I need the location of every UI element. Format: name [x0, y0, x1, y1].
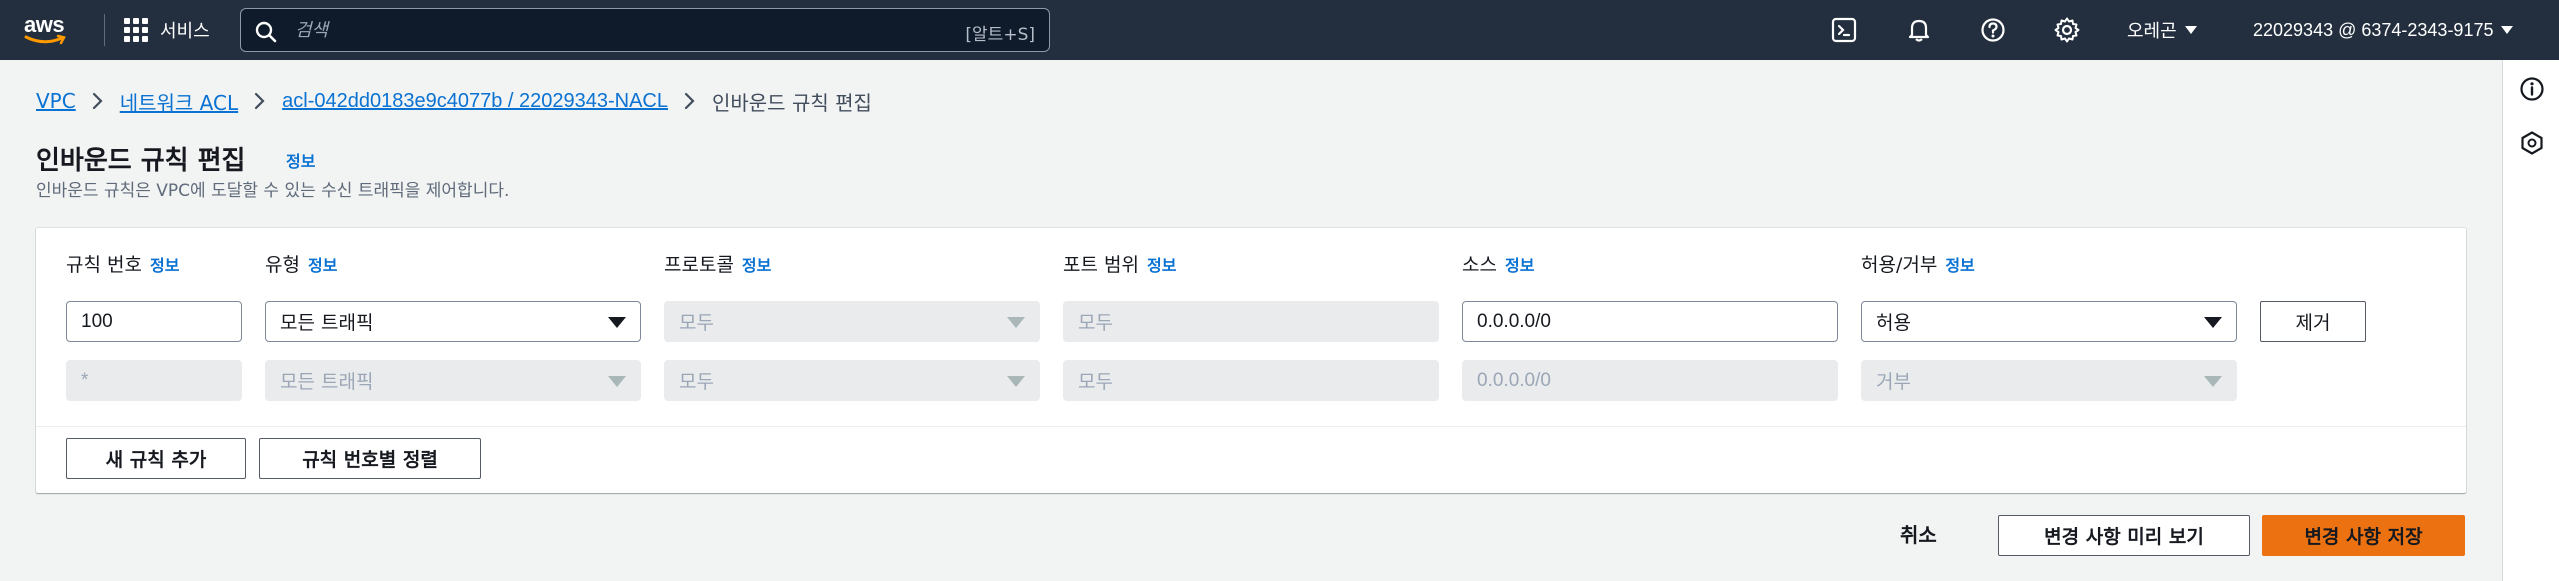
breadcrumb-current: 인바운드 규칙 편집: [711, 90, 872, 115]
search-icon: [255, 21, 277, 43]
hexagon-icon: [2521, 131, 2543, 155]
breadcrumb: VPC 네트워크 ACL acl-042dd0183e9c4077b / 220…: [36, 86, 872, 116]
breadcrumb-network-acl-link[interactable]: 네트워크 ACL: [120, 87, 238, 116]
sort-by-rule-number-button[interactable]: 규칙 번호별 정렬: [259, 438, 481, 479]
preview-changes-button[interactable]: 변경 사항 미리 보기: [1998, 515, 2250, 556]
container-divider: [36, 426, 2466, 427]
default-port-range: 모두: [1063, 360, 1439, 401]
protocol-info-link[interactable]: 정보: [742, 256, 771, 275]
help-button[interactable]: [1977, 14, 2009, 46]
services-label: 서비스: [160, 21, 210, 42]
type-select-value: 모든 트래픽: [280, 312, 374, 334]
cloudshell-icon: [1831, 17, 1857, 43]
rule-number-input[interactable]: [66, 301, 242, 342]
caret-down-icon: [2204, 376, 2222, 387]
port-range-info-link[interactable]: 정보: [1147, 256, 1176, 275]
region-label: 오레곤: [2127, 21, 2177, 42]
cloudshell-button[interactable]: [1828, 14, 1860, 46]
caret-down-icon: [1007, 376, 1025, 387]
source-field[interactable]: [1477, 310, 1837, 333]
cancel-button[interactable]: 취소: [1900, 519, 1937, 548]
aws-logo[interactable]: aws: [24, 12, 80, 48]
rule-number-info-link[interactable]: 정보: [150, 256, 179, 275]
page-description: 인바운드 규칙은 VPC에 도달할 수 있는 수신 트래픽을 제어합니다.: [36, 181, 510, 201]
chevron-down-icon: [2184, 26, 2197, 34]
account-menu[interactable]: 22029343 @ 6374-2343-9175: [2253, 14, 2514, 46]
port-range-value: 모두: [1078, 312, 1113, 334]
default-allow-deny-value: 거부: [1876, 371, 1911, 393]
page-title: 인바운드 규칙 편집: [36, 146, 246, 176]
source-input[interactable]: [1462, 301, 1838, 342]
caret-down-icon: [608, 317, 626, 328]
nav-divider: [104, 14, 105, 46]
save-changes-button[interactable]: 변경 사항 저장: [2262, 515, 2465, 556]
protocol-select-value: 모두: [679, 312, 714, 334]
default-protocol-select: 모두: [664, 360, 1040, 401]
column-header-source: 소스 정보: [1462, 254, 1535, 276]
title-info-link[interactable]: 정보: [286, 148, 315, 172]
allow-deny-info-link[interactable]: 정보: [1945, 256, 1974, 275]
chevron-right-icon: [254, 92, 266, 110]
add-rule-button[interactable]: 새 규칙 추가: [66, 438, 246, 479]
type-select[interactable]: 모든 트래픽: [265, 301, 641, 342]
resources-panel-button[interactable]: [2517, 128, 2547, 158]
protocol-select: 모두: [664, 301, 1040, 342]
info-panel-button[interactable]: [2517, 74, 2547, 104]
account-label: 22029343 @ 6374-2343-9175: [2253, 19, 2494, 40]
rule-number-field[interactable]: [81, 310, 241, 333]
chevron-right-icon: [92, 92, 104, 110]
caret-down-icon: [608, 376, 626, 387]
aws-smile-icon: [24, 34, 66, 45]
notifications-button[interactable]: [1903, 14, 1935, 46]
info-icon: [2520, 77, 2544, 101]
column-header-allow-deny: 허용/거부 정보: [1861, 254, 1975, 276]
apps-grid-icon: [124, 18, 148, 42]
default-allow-deny-select: 거부: [1861, 360, 2237, 401]
inbound-rules-container: 규칙 번호 정보 유형 정보 프로토콜 정보 포트 범위 정보 소스 정보 허용/거부 정보…: [36, 228, 2466, 493]
search-box[interactable]: [알트+S]: [240, 8, 1050, 52]
default-port-range-value: 모두: [1078, 371, 1113, 393]
top-navigation: aws 서비스 [알트+S]: [0, 0, 2559, 60]
search-input[interactable]: [293, 9, 853, 51]
chevron-down-icon: [2501, 26, 2514, 34]
column-header-type: 유형 정보: [265, 254, 338, 276]
caret-down-icon: [2204, 317, 2222, 328]
remove-rule-button[interactable]: 제거: [2260, 301, 2366, 342]
default-type-select: 모든 트래픽: [265, 360, 641, 401]
default-source-value: 0.0.0.0/0: [1477, 369, 1551, 391]
column-header-rule-number: 규칙 번호 정보: [66, 254, 180, 276]
search-shortcut-hint: [알트+S]: [965, 25, 1035, 45]
column-header-port-range: 포트 범위 정보: [1063, 254, 1177, 276]
region-selector[interactable]: 오레곤: [2127, 14, 2197, 46]
settings-button[interactable]: [2051, 14, 2083, 46]
default-protocol-value: 모두: [679, 371, 714, 393]
default-type-value: 모든 트래픽: [280, 371, 374, 393]
caret-down-icon: [1007, 317, 1025, 328]
tools-rail: [2502, 60, 2559, 581]
default-rule-number-value: *: [81, 369, 89, 391]
allow-deny-select[interactable]: 허용: [1861, 301, 2237, 342]
services-menu-button[interactable]: 서비스: [124, 14, 210, 46]
default-source: 0.0.0.0/0: [1462, 360, 1838, 401]
breadcrumb-acl-id-link[interactable]: acl-042dd0183e9c4077b / 22029343-NACL: [282, 90, 668, 113]
bell-icon: [1908, 19, 1930, 42]
gear-icon: [2054, 17, 2080, 43]
source-info-link[interactable]: 정보: [1505, 256, 1534, 275]
column-header-protocol: 프로토콜 정보: [664, 254, 772, 276]
help-icon: [1981, 18, 2005, 42]
default-rule-number: *: [66, 360, 242, 401]
allow-deny-select-value: 허용: [1876, 312, 1911, 334]
type-info-link[interactable]: 정보: [308, 256, 337, 275]
breadcrumb-vpc-link[interactable]: VPC: [36, 89, 76, 113]
chevron-right-icon: [684, 92, 696, 110]
port-range-input: 모두: [1063, 301, 1439, 342]
